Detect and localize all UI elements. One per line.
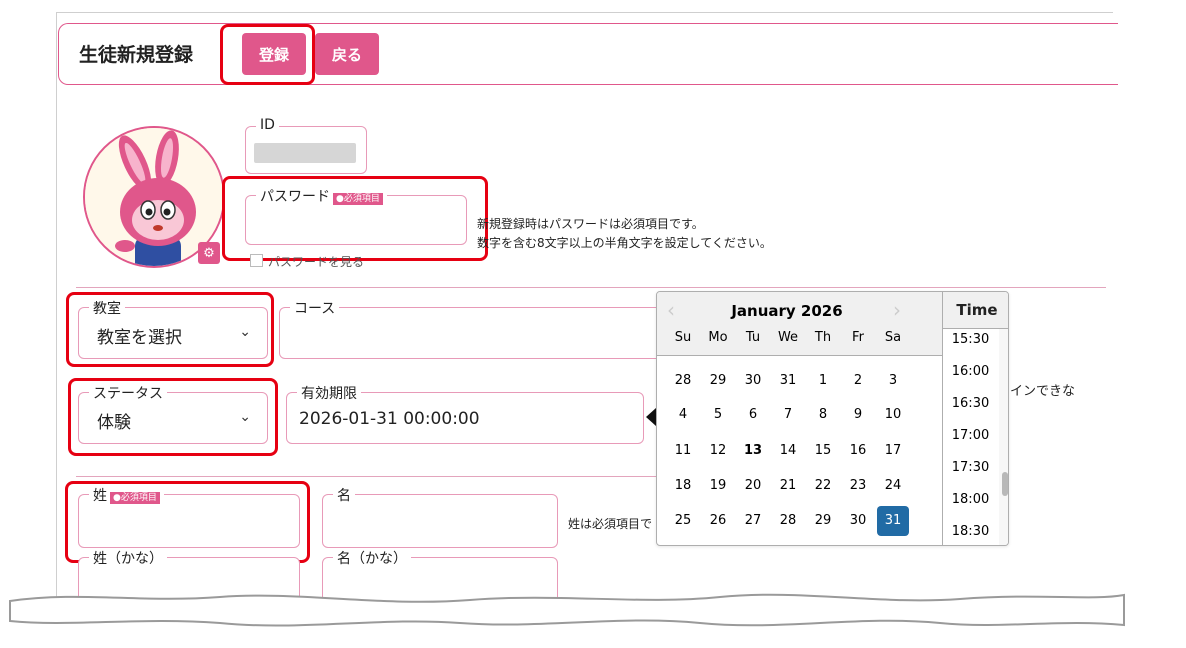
calendar-day[interactable]: 15	[807, 436, 839, 466]
weekday-label: We	[777, 330, 799, 345]
last-name-note: 姓は必須項目で	[568, 517, 653, 531]
calendar-day[interactable]: 12	[702, 436, 734, 466]
time-scrollbar[interactable]	[999, 329, 1008, 545]
time-option[interactable]: 17:00	[943, 428, 998, 443]
calendar-day[interactable]: 17	[877, 436, 909, 466]
calendar-day[interactable]: 19	[702, 471, 734, 501]
calendar-day[interactable]: 9	[842, 400, 874, 430]
calendar-day[interactable]: 23	[842, 471, 874, 501]
calendar-day[interactable]: 10	[877, 400, 909, 430]
first-name-label: 名	[333, 485, 355, 505]
calendar-day[interactable]: 31	[772, 366, 804, 396]
calendar-day[interactable]: 28	[772, 506, 804, 536]
calendar-day[interactable]: 29	[807, 506, 839, 536]
page-header	[58, 23, 1118, 85]
time-list: Time 15:30 16:00 16:30 17:00 17:30 18:00 18:30	[942, 292, 1008, 545]
course-field[interactable]: コース	[279, 298, 709, 359]
time-option[interactable]: 17:30	[943, 460, 998, 475]
calendar-day[interactable]: 22	[807, 471, 839, 501]
time-option[interactable]: 18:00	[943, 492, 998, 507]
calendar-day[interactable]: 25	[667, 506, 699, 536]
highlight-status	[68, 378, 278, 456]
calendar-day[interactable]: 24	[877, 471, 909, 501]
calendar-day[interactable]: 5	[702, 400, 734, 430]
calendar-day[interactable]: 11	[667, 436, 699, 466]
datepicker-arrow-icon	[646, 408, 656, 426]
calendar-day[interactable]: 7	[772, 400, 804, 430]
id-value-masked	[254, 143, 356, 163]
id-label: ID	[256, 117, 279, 133]
calendar-day[interactable]: 6	[737, 400, 769, 430]
time-scrollbar-thumb[interactable]	[1002, 472, 1008, 496]
calendar-day[interactable]: 4	[667, 400, 699, 430]
calendar-day[interactable]: 18	[667, 471, 699, 501]
show-password-label: パスワードを見る	[268, 255, 365, 269]
highlight-password	[222, 176, 488, 261]
calendar-day[interactable]: 27	[737, 506, 769, 536]
calendar-day[interactable]: 31	[877, 506, 909, 536]
weekday-label: Su	[674, 330, 692, 345]
course-label: コース	[290, 298, 340, 318]
weekday-label: Mo	[708, 330, 728, 345]
page-cutoff-wave	[0, 593, 1186, 648]
id-field: ID	[245, 117, 367, 174]
calendar-day[interactable]: 29	[702, 366, 734, 396]
calendar-day[interactable]: 14	[772, 436, 804, 466]
first-name-field[interactable]: 名	[322, 485, 558, 548]
calendar-day[interactable]: 26	[702, 506, 734, 536]
last-name-kana-label: 姓（かな）	[89, 548, 167, 568]
show-password-checkbox[interactable]	[250, 254, 263, 267]
calendar-day[interactable]: 20	[737, 471, 769, 501]
highlight-classroom	[66, 292, 274, 367]
time-option[interactable]: 16:30	[943, 396, 998, 411]
expiry-label: 有効期限	[297, 383, 361, 403]
password-note-line1: 新規登録時はパスワードは必須項目です。	[477, 217, 704, 231]
time-title: Time	[943, 292, 1008, 329]
calendar-day[interactable]: 16	[842, 436, 874, 466]
weekday-label: Th	[814, 330, 832, 345]
weekday-label: Fr	[852, 330, 864, 345]
page-title: 生徒新規登録	[79, 44, 194, 66]
calendar-day[interactable]: 28	[667, 366, 699, 396]
chevron-right-icon[interactable]: ›	[893, 298, 901, 322]
time-option[interactable]: 18:30	[943, 524, 998, 539]
datepicker-month: January 2026	[731, 302, 843, 320]
calendar-day[interactable]: 2	[842, 366, 874, 396]
calendar-day[interactable]: 30	[737, 366, 769, 396]
section-divider-2	[76, 476, 656, 477]
time-option[interactable]: 16:00	[943, 364, 998, 379]
login-note-fragment: インできな	[1010, 384, 1076, 399]
weekday-label: Sa	[884, 330, 902, 345]
password-note-line2: 数字を含む8文字以上の半角文字を設定してください。	[477, 236, 772, 250]
calendar-day[interactable]: 8	[807, 400, 839, 430]
expiry-field[interactable]: 有効期限 2026-01-31 00:00:00	[286, 383, 644, 444]
highlight-register	[220, 24, 315, 85]
first-name-kana-label: 名（かな）	[333, 548, 411, 568]
time-option[interactable]: 15:30	[943, 332, 998, 347]
weekday-label: Tu	[745, 330, 761, 345]
calendar-day[interactable]: 21	[772, 471, 804, 501]
calendar-day[interactable]: 3	[877, 366, 909, 396]
calendar-day[interactable]: 13	[737, 436, 769, 466]
back-button[interactable]: 戻る	[315, 33, 379, 75]
calendar-day[interactable]: 1	[807, 366, 839, 396]
avatar-settings-icon[interactable]: ⚙	[198, 242, 220, 264]
expiry-value: 2026-01-31 00:00:00	[299, 409, 480, 429]
calendar-day[interactable]: 30	[842, 506, 874, 536]
datepicker: ‹ January 2026 › Su Mo Tu We Th Fr Sa 28 29 30 31…	[656, 291, 1009, 546]
section-divider-1	[76, 287, 1106, 288]
